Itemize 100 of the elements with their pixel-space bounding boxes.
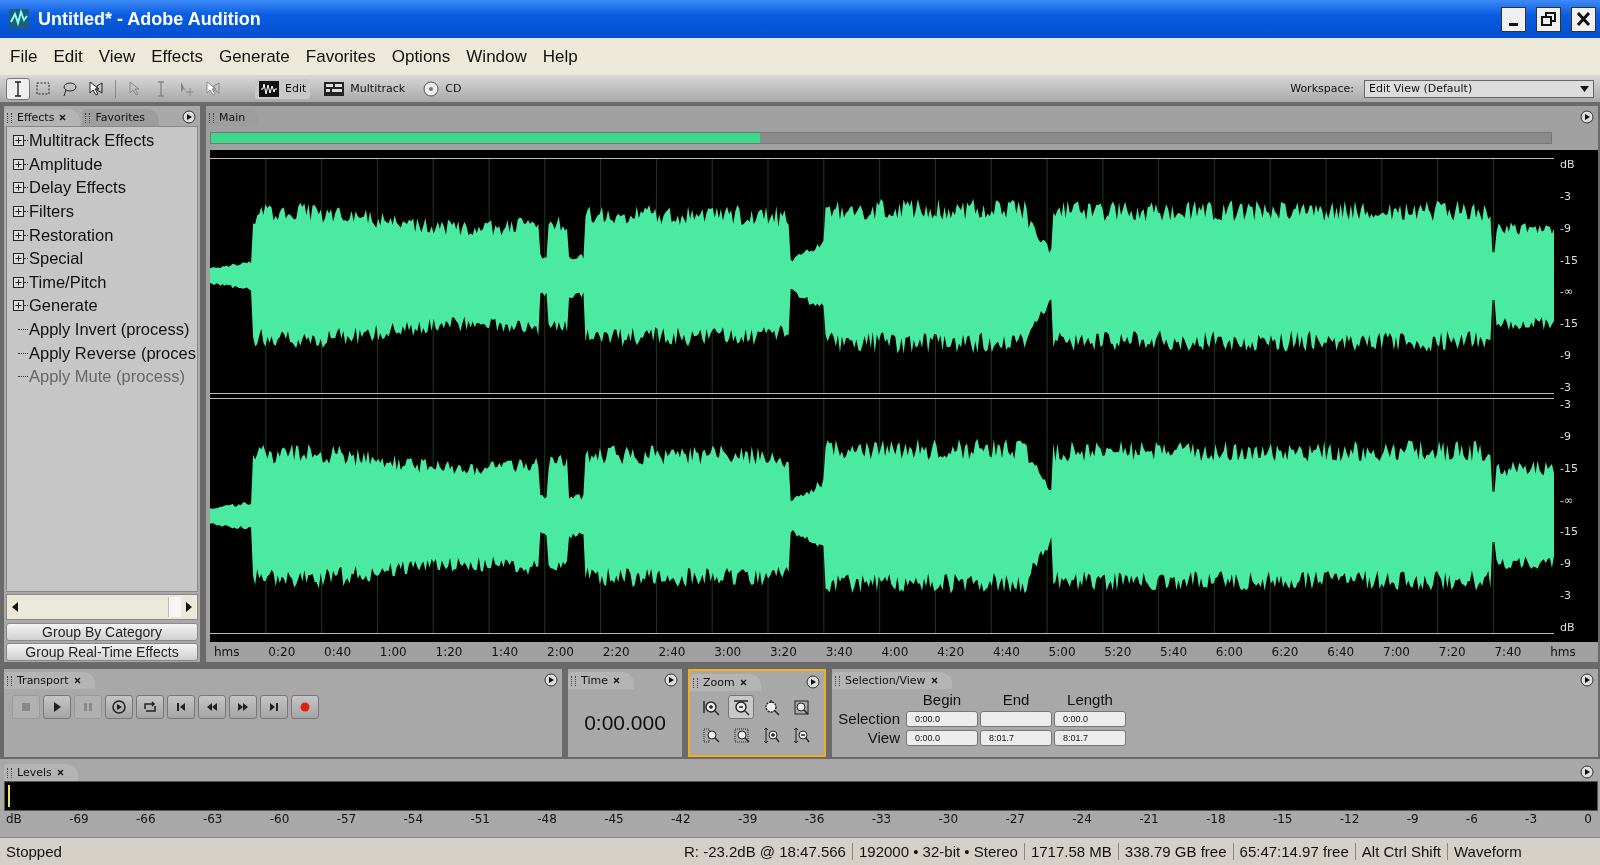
menu-item[interactable]: Effects [143, 46, 211, 67]
expand-icon[interactable] [13, 158, 24, 170]
expand-icon[interactable] [13, 182, 24, 194]
mode-button[interactable]: CD [419, 78, 466, 99]
tool-button[interactable] [6, 77, 30, 100]
close-icon[interactable] [739, 679, 747, 686]
meter-label: -36 [804, 812, 825, 826]
tracks-icon [324, 80, 345, 97]
close-icon[interactable] [930, 677, 938, 684]
tree-item[interactable]: Delay Effects [7, 176, 197, 200]
time-field[interactable]: 8:01.7 [1054, 729, 1126, 746]
time-label: 1:00 [379, 645, 407, 659]
menu-item[interactable]: View [90, 46, 144, 67]
panel-menu-icon[interactable] [544, 673, 558, 687]
zoom-out-icon [732, 698, 750, 716]
vertical-zoom-in-icon [762, 726, 780, 744]
transport-button[interactable] [105, 695, 133, 719]
time-label: 7:00 [1383, 645, 1410, 659]
record-icon [298, 700, 312, 714]
skip-forward-icon [267, 700, 281, 714]
db-label: -3 [1560, 398, 1572, 411]
meter-label: -9 [1406, 812, 1419, 826]
horizontal-scrollbar[interactable] [6, 594, 198, 620]
time-label: 4:00 [881, 645, 909, 659]
tree-item[interactable]: Apply Invert (process) [7, 317, 197, 342]
scroll-thumb[interactable] [168, 597, 181, 617]
menu-item[interactable]: Generate [210, 46, 298, 67]
window-button[interactable] [1571, 6, 1596, 32]
time-label: 1:40 [491, 645, 519, 659]
expand-icon[interactable] [13, 206, 24, 218]
panel-tab[interactable]: Levels [4, 764, 78, 781]
time-label: 5:40 [1160, 645, 1188, 659]
zoom-button[interactable] [728, 695, 754, 719]
status-text: 1717.58 MB [1024, 843, 1119, 860]
panel-menu-icon[interactable] [182, 110, 196, 124]
expand-icon[interactable] [13, 300, 24, 312]
panel-tab[interactable]: Favorites [82, 109, 160, 126]
panel-tab[interactable]: Effects [4, 109, 81, 126]
tree-item[interactable]: Generate [7, 294, 197, 318]
workspace-dropdown[interactable]: Edit View (Default) [1364, 79, 1594, 98]
mode-button[interactable]: Multitrack [320, 78, 410, 99]
tree-item[interactable]: Time/Pitch [7, 270, 197, 295]
close-icon[interactable] [612, 677, 620, 684]
menu-item[interactable]: File [2, 46, 46, 67]
tree-item[interactable]: Restoration [7, 223, 197, 247]
expand-icon[interactable] [13, 276, 24, 288]
time-label: 2:20 [602, 645, 630, 659]
menu-item[interactable]: Options [383, 46, 459, 67]
panel-tab[interactable]: Time [568, 672, 634, 689]
meter-label: -24 [1072, 812, 1092, 826]
time-label: 2:00 [547, 645, 574, 659]
panel-tab[interactable]: Selection/View [832, 672, 952, 689]
window-button[interactable] [1536, 6, 1561, 32]
expand-icon[interactable] [13, 253, 24, 265]
transport-button[interactable] [260, 695, 288, 719]
tree-item[interactable]: Multitrack Effects [7, 129, 197, 153]
db-label: -15 [1560, 525, 1579, 539]
tree-item[interactable]: Apply Reverse (proces [7, 341, 197, 365]
time-label: 2:40 [658, 645, 686, 659]
group-button[interactable]: Group By Category [6, 623, 198, 641]
time-label: hms [214, 645, 240, 659]
transport-button[interactable] [136, 695, 164, 719]
menu-item[interactable]: Favorites [297, 46, 384, 67]
expand-icon[interactable] [13, 229, 24, 241]
tree-item[interactable]: Special [7, 246, 197, 271]
db-label: -15 [1560, 317, 1579, 331]
panel-menu-icon[interactable] [806, 675, 820, 689]
transport-button[interactable] [198, 695, 226, 719]
expand-icon[interactable] [13, 135, 24, 147]
pause-icon [81, 700, 95, 714]
panel-menu-icon[interactable] [1580, 673, 1594, 687]
menu-item[interactable]: Edit [45, 46, 91, 67]
close-icon[interactable] [73, 677, 81, 684]
group-button[interactable]: Group Real-Time Effects [6, 643, 198, 661]
time-label: 6:40 [1327, 645, 1355, 659]
panel-menu-icon[interactable] [1580, 110, 1594, 124]
close-icon[interactable] [56, 769, 64, 776]
transport-button[interactable] [43, 695, 71, 719]
menu-item[interactable]: Window [458, 46, 535, 67]
status-text: Alt Ctrl Shift [1355, 843, 1448, 860]
time-field[interactable] [980, 710, 1052, 727]
tree-item[interactable]: Filters [7, 199, 197, 224]
panel-tab[interactable]: Zoom [690, 674, 761, 691]
window-button[interactable] [1501, 6, 1526, 32]
meter-label: -39 [737, 812, 758, 826]
menu-item[interactable]: Help [534, 46, 586, 67]
db-label: -9 [1560, 349, 1572, 363]
time-field[interactable]: 0:00.0 [1054, 710, 1126, 727]
time-field[interactable]: 8:01.7 [980, 729, 1052, 746]
panel-menu-icon[interactable] [664, 673, 678, 687]
close-icon[interactable] [59, 114, 67, 121]
tree-item[interactable]: Amplitude [7, 152, 197, 177]
time-field[interactable]: 0:00.0 [906, 729, 978, 746]
transport-button[interactable] [167, 695, 195, 719]
mode-button[interactable]: Edit [255, 78, 311, 99]
panel-tab[interactable]: Transport [4, 672, 95, 689]
time-label: 6:20 [1271, 645, 1299, 659]
panel-menu-icon[interactable] [1580, 765, 1594, 779]
time-field[interactable]: 0:00.0 [906, 710, 978, 727]
transport-button[interactable] [229, 695, 257, 719]
